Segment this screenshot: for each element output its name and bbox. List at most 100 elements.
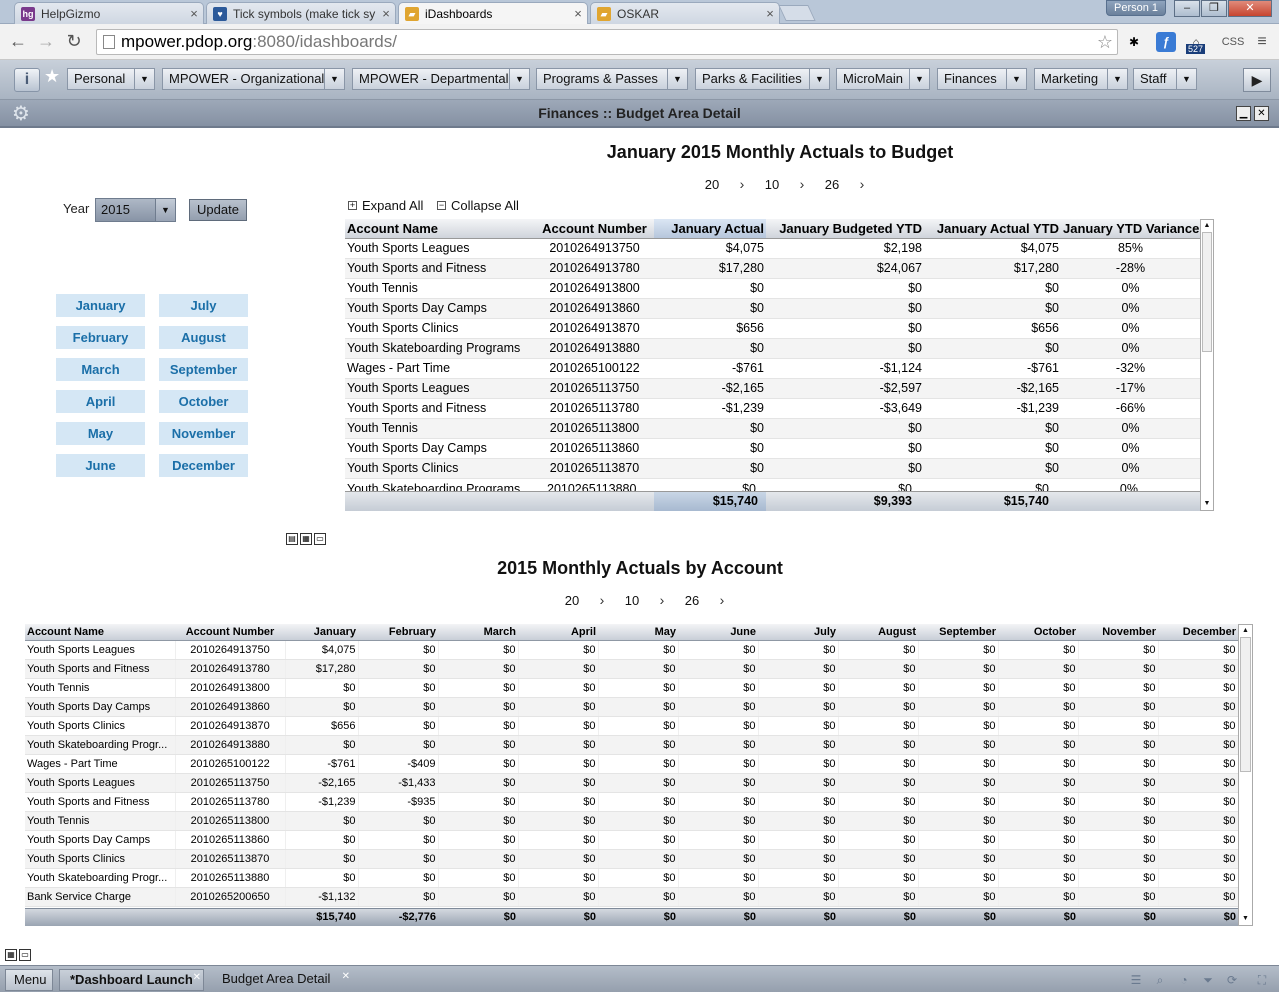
column-header[interactable]: July xyxy=(758,624,838,641)
dropdown-arrow-icon[interactable]: ▼ xyxy=(909,69,929,89)
forward-arrow-icon[interactable]: → xyxy=(36,32,56,52)
dropdown-arrow-icon[interactable]: ▼ xyxy=(1006,69,1026,89)
column-header[interactable]: December xyxy=(1158,624,1238,641)
browser-menu-icon[interactable]: ≡ xyxy=(1252,32,1272,52)
table-view-icon[interactable]: ▦ xyxy=(5,949,17,961)
scroll-down-icon[interactable]: ▼ xyxy=(1239,913,1252,925)
nav-menu-staff[interactable]: Staff ▼ xyxy=(1133,68,1197,90)
close-tab-icon[interactable]: ✕ xyxy=(193,968,201,988)
close-tab-icon[interactable]: × xyxy=(569,6,587,21)
table-row[interactable]: Youth Sports Day Camps 2010264913860 $0 $0 $… xyxy=(25,697,1239,717)
close-tab-icon[interactable]: × xyxy=(377,6,395,21)
table-row[interactable]: Youth Sports Day Camps 2010265113860 $0 $0 $… xyxy=(345,438,1200,459)
month-button-january[interactable]: January xyxy=(56,294,145,317)
table-row[interactable]: Youth Tennis 2010265113800 $0 $0 $0 $0 $0 $0 $0 $… xyxy=(25,811,1239,831)
table-scrollbar[interactable]: ▲ ▼ xyxy=(1200,219,1214,511)
month-button-march[interactable]: March xyxy=(56,358,145,381)
nav-menu-parks-facilities[interactable]: Parks & Facilities ▼ xyxy=(695,68,830,90)
close-panel-icon[interactable]: ✕ xyxy=(1254,106,1269,121)
dropdown-arrow-icon[interactable]: ▼ xyxy=(134,69,154,89)
refresh-icon[interactable]: ⟳ xyxy=(1224,972,1240,988)
slideshow-play-icon[interactable]: ▶ xyxy=(1243,68,1271,92)
scroll-up-icon[interactable]: ▲ xyxy=(1239,625,1252,637)
address-bar[interactable]: mpower.pdop.org:8080/idashboards/ ☆ xyxy=(96,29,1118,55)
browser-tab-idashboards[interactable]: ▰ iDashboards × xyxy=(398,2,588,24)
table-row[interactable]: Wages - Part Time 2010265100122 -$761 -$1,1… xyxy=(345,358,1200,379)
close-tab-icon[interactable]: × xyxy=(185,6,203,21)
dropdown-arrow-icon[interactable]: ▼ xyxy=(809,69,829,89)
extension-css-icon[interactable]: CSS xyxy=(1220,32,1246,52)
dropdown-arrow-icon[interactable]: ▼ xyxy=(324,69,344,89)
pager-value[interactable]: 10 xyxy=(617,593,647,608)
search-icon[interactable]: ⌕ xyxy=(1152,972,1168,988)
close-window-icon[interactable]: ✕ xyxy=(1228,0,1272,17)
table-row[interactable]: Youth Skateboarding Programs 201026491388… xyxy=(345,338,1200,359)
browser-tab-oskar[interactable]: ▰ OSKAR × xyxy=(590,2,780,24)
column-header[interactable]: March xyxy=(438,624,518,641)
expand-all-button[interactable]: + Expand All xyxy=(348,198,423,213)
table-row[interactable]: Youth Sports Clinics 2010264913870 $656 $0 $… xyxy=(345,318,1200,339)
nav-menu-micromain[interactable]: MicroMain ▼ xyxy=(836,68,930,90)
month-button-june[interactable]: June xyxy=(56,454,145,477)
list-view-icon[interactable]: ☰ xyxy=(1128,972,1144,988)
filter-icon[interactable]: ⏷ xyxy=(1200,972,1216,988)
column-header[interactable]: August xyxy=(838,624,918,641)
nav-menu-departmental[interactable]: MPOWER - Departmental ▼ xyxy=(352,68,530,90)
table-row[interactable]: Bank Service Charge 2010265200650 -$1,132 $… xyxy=(25,887,1239,907)
table-row[interactable]: Youth Sports Leagues 2010265113750 -$2,165… xyxy=(25,773,1239,793)
dropdown-arrow-icon[interactable]: ▼ xyxy=(1176,69,1196,89)
table-row[interactable]: Youth Sports Leagues 2010265113750 -$2,165… xyxy=(345,378,1200,399)
month-button-july[interactable]: July xyxy=(159,294,248,317)
new-tab-button[interactable] xyxy=(778,5,816,21)
nav-menu-marketing[interactable]: Marketing ▼ xyxy=(1034,68,1128,90)
collapse-all-button[interactable]: − Collapse All xyxy=(437,198,519,213)
column-header[interactable]: January Actual xyxy=(654,219,766,239)
browser-tab-helpgizmo[interactable]: hg HelpGizmo × xyxy=(14,2,204,24)
month-button-april[interactable]: April xyxy=(56,390,145,413)
nav-menu-personal[interactable]: Personal ▼ xyxy=(67,68,155,90)
browser-tab-tick-symbols[interactable]: ♥ Tick symbols (make tick sy × xyxy=(206,2,396,24)
month-button-february[interactable]: February xyxy=(56,326,145,349)
column-header[interactable]: Account Name xyxy=(25,624,175,641)
reload-icon[interactable]: ↻ xyxy=(64,32,84,52)
dropdown-arrow-icon[interactable]: ▼ xyxy=(509,69,529,89)
taskbar-tab-budget-area-detail[interactable]: Budget Area Detail ✕ xyxy=(212,969,352,991)
table-row[interactable]: Youth Sports Clinics 2010265113870 $0 $0 $0 $… xyxy=(25,849,1239,869)
chevron-right-icon[interactable]: › xyxy=(727,176,757,192)
table-row[interactable]: Youth Sports Leagues 2010264913750 $4,075 $… xyxy=(345,238,1200,259)
pager-value[interactable]: 20 xyxy=(697,177,727,192)
table-row[interactable]: Youth Sports and Fitness 2010265113780 -$1… xyxy=(345,398,1200,419)
dropdown-arrow-icon[interactable]: ▼ xyxy=(155,199,175,221)
bookmark-star-icon[interactable]: ☆ xyxy=(1097,30,1113,54)
column-header[interactable]: January Budgeted YTD xyxy=(766,219,924,239)
table-row[interactable]: Youth Skateboarding Progr... 201026511388… xyxy=(25,868,1239,888)
table-view-icon[interactable]: ▦ xyxy=(300,533,312,545)
dropdown-arrow-icon[interactable]: ▼ xyxy=(1107,69,1127,89)
table-row[interactable]: Youth Sports Leagues 2010264913750 $4,075 $… xyxy=(25,640,1239,660)
fullscreen-icon[interactable]: ⛶ xyxy=(1254,972,1270,988)
pager-value[interactable]: 20 xyxy=(557,593,587,608)
month-button-september[interactable]: September xyxy=(159,358,248,381)
table-row[interactable]: Youth Sports and Fitness 2010264913780 $17… xyxy=(345,258,1200,279)
column-header[interactable]: June xyxy=(678,624,758,641)
month-button-august[interactable]: August xyxy=(159,326,248,349)
nav-menu-programs-passes[interactable]: Programs & Passes ▼ xyxy=(536,68,688,90)
nav-menu-finances[interactable]: Finances ▼ xyxy=(937,68,1027,90)
table-row[interactable]: Youth Skateboarding Progr... 201026491388… xyxy=(25,735,1239,755)
pager-value[interactable]: 26 xyxy=(817,177,847,192)
taskbar-tab-dashboard-launch[interactable]: *Dashboard Launch ✕ xyxy=(59,969,204,991)
year-select[interactable]: 2015 ▼ xyxy=(95,198,176,222)
favorite-star-icon[interactable]: ★ xyxy=(44,66,60,87)
column-header[interactable]: September xyxy=(918,624,998,641)
extension-puzzle-icon[interactable]: ✱ xyxy=(1124,32,1144,52)
maximize-window-icon[interactable]: ❐ xyxy=(1201,0,1227,17)
scrollbar-thumb[interactable] xyxy=(1240,637,1251,772)
column-header[interactable]: Account Name xyxy=(345,219,535,239)
scrollbar-thumb[interactable] xyxy=(1202,232,1212,352)
table-row[interactable]: Wages - Part Time 2010265100122 -$761 -$409… xyxy=(25,754,1239,774)
table-row[interactable]: Youth Sports Day Camps 2010264913860 $0 $0 $… xyxy=(345,298,1200,319)
idashboards-logo-icon[interactable]: i xyxy=(14,68,40,92)
column-header[interactable]: February xyxy=(358,624,438,641)
back-arrow-icon[interactable]: ← xyxy=(8,32,28,52)
column-header[interactable]: January xyxy=(285,624,358,641)
